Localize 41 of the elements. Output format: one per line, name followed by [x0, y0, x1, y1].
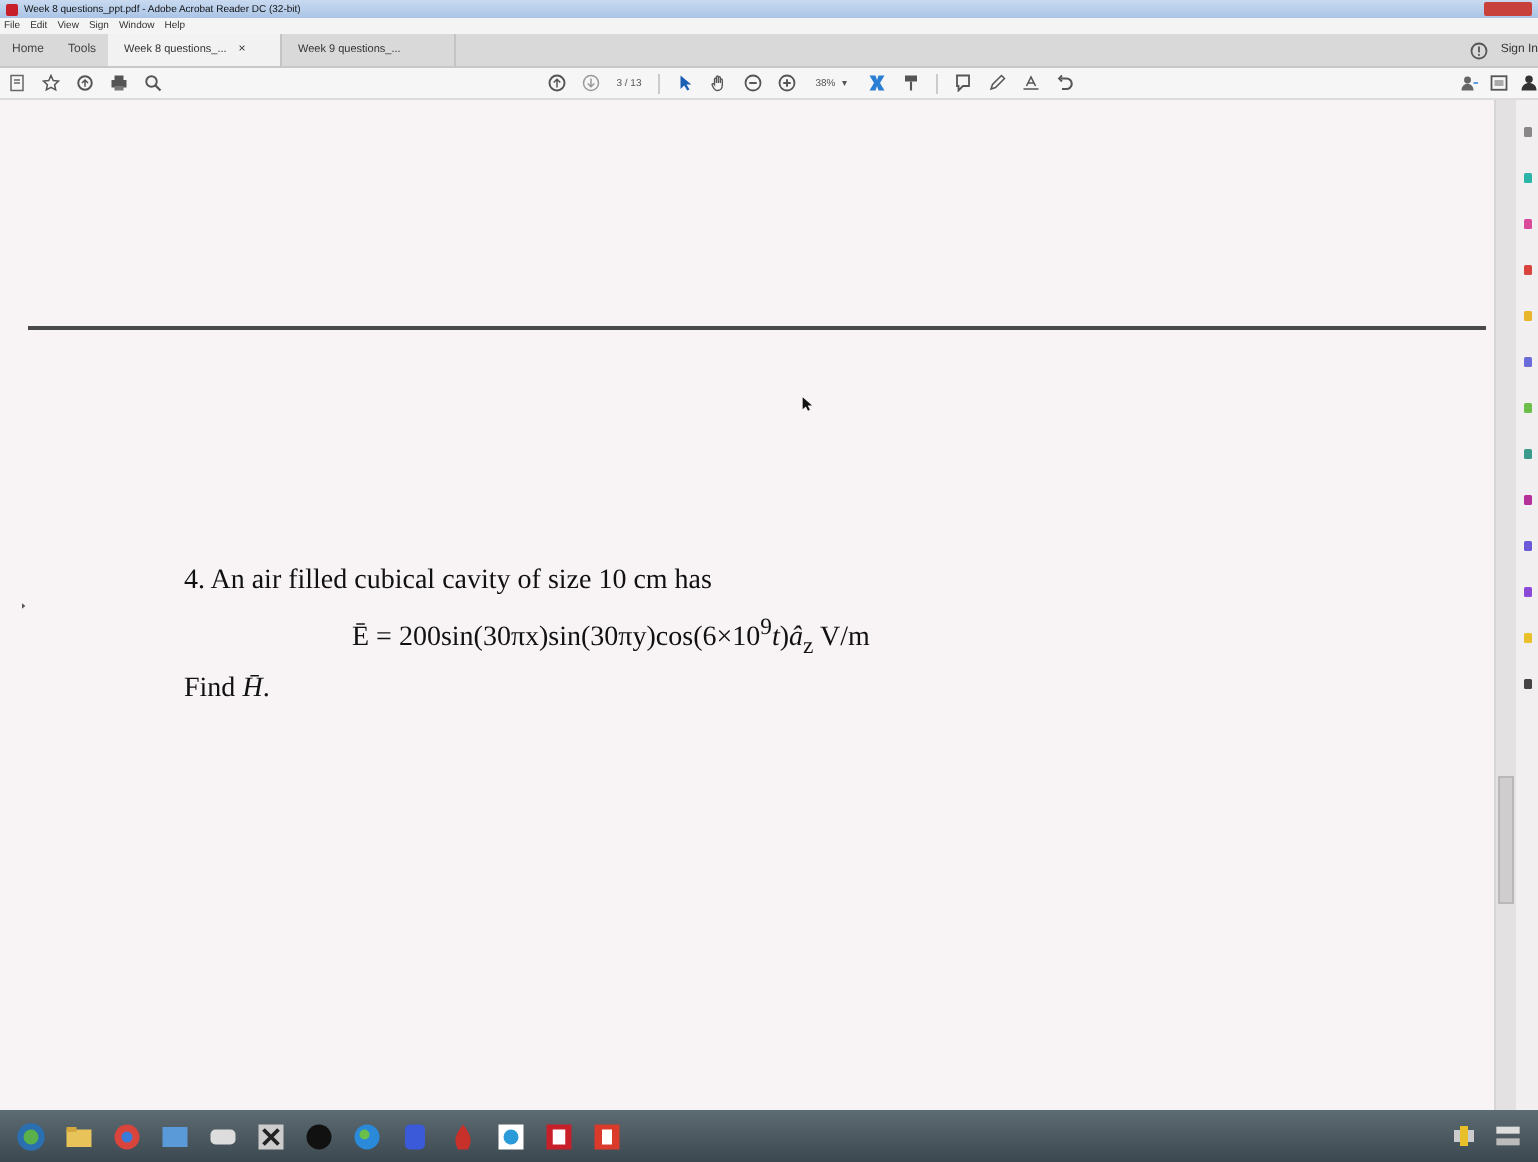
start-button[interactable] [16, 1121, 46, 1151]
equation: Ē = 200sin(30πx)sin(30πy)cos(6×10$^{9}$t)â$_{z}$ V/m [352, 614, 872, 659]
mouse-cursor-icon [800, 396, 816, 412]
question-text: Find H̄. [184, 674, 272, 707]
pen-icon[interactable] [987, 74, 1006, 92]
question-text: 4. An air filled cubical cavity of size 10 cm has [184, 566, 714, 598]
previous-page-icon[interactable] [548, 74, 567, 92]
tool-icon[interactable] [1521, 492, 1533, 508]
app-icon [6, 3, 18, 15]
rotate-icon[interactable] [1055, 74, 1074, 92]
help-icon[interactable] [1470, 41, 1489, 59]
search-icon[interactable] [144, 74, 162, 92]
pdf-icon[interactable] [544, 1121, 574, 1151]
zoom-out-icon[interactable] [743, 74, 762, 92]
word-icon[interactable] [496, 1121, 526, 1151]
tool-icon[interactable] [1521, 262, 1533, 278]
spreadsheet-icon[interactable] [256, 1121, 286, 1151]
upload-icon[interactable] [76, 74, 94, 92]
zoom-in-icon[interactable] [777, 74, 796, 92]
bookmark-page-icon[interactable] [8, 74, 26, 92]
folder-icon[interactable] [64, 1121, 94, 1151]
scrollbar[interactable] [1494, 100, 1516, 1110]
globe-icon[interactable] [352, 1121, 382, 1151]
star-icon[interactable] [42, 74, 60, 92]
scrollbar-thumb[interactable] [1498, 776, 1514, 904]
tool-icon[interactable] [1521, 354, 1533, 370]
tool-icon[interactable] [1521, 676, 1533, 692]
pointer-icon[interactable] [675, 74, 694, 92]
comment-icon[interactable] [953, 74, 972, 92]
tool-icon[interactable] [1521, 584, 1533, 600]
person-icon[interactable] [1520, 74, 1538, 92]
screen-icon[interactable] [1490, 74, 1508, 92]
tool-icon[interactable] [1521, 538, 1533, 554]
hand-icon[interactable] [709, 74, 728, 92]
presentation-icon[interactable] [592, 1121, 622, 1151]
collapse-handle-icon[interactable] [20, 600, 28, 612]
sign-icon[interactable] [1021, 74, 1040, 92]
next-page-icon[interactable] [582, 74, 601, 92]
ball-icon[interactable] [304, 1121, 334, 1151]
print-icon[interactable] [110, 74, 128, 92]
share-person-icon[interactable] [1460, 74, 1478, 92]
